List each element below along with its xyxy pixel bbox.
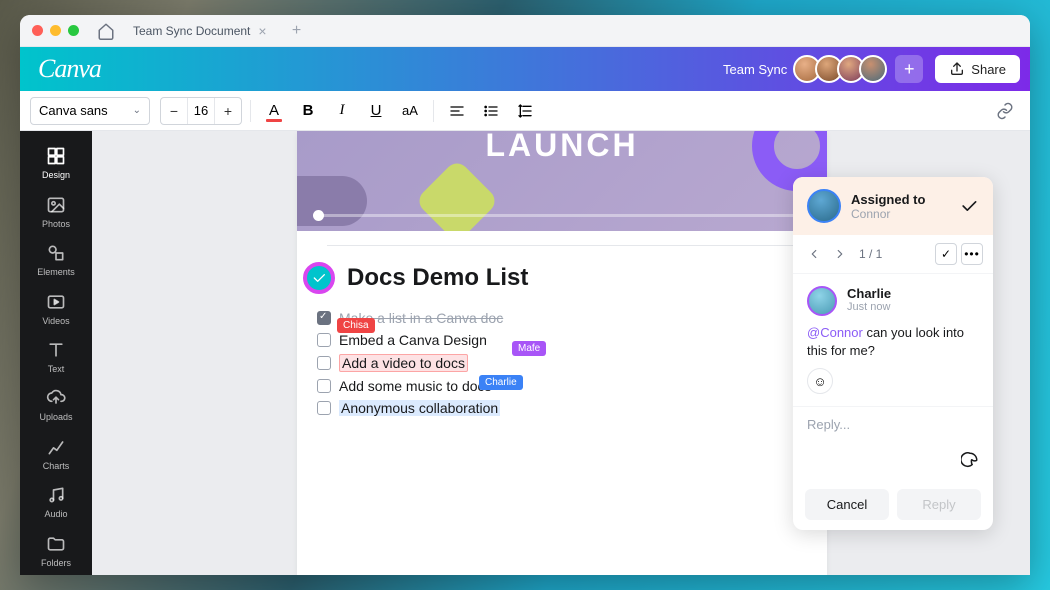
sidebar-item-photos[interactable]: Photos [20, 187, 92, 235]
list-item[interactable]: Make a list in a Canva doc [317, 310, 797, 326]
assigned-label: Assigned to [851, 192, 949, 207]
tab-title: Team Sync Document [133, 24, 250, 38]
checklist: Make a list in a Canva doc Embed a Canva… [317, 310, 797, 416]
list-item[interactable]: Embed a Canva DesignChisa [317, 332, 797, 348]
checklist-icon [303, 262, 335, 294]
sidebar-item-elements[interactable]: Elements [20, 236, 92, 284]
font-size-control: − 16 + [160, 97, 242, 125]
mention[interactable]: @Connor [807, 325, 863, 340]
cancel-button[interactable]: Cancel [805, 489, 889, 520]
cursor-tag: Chisa [337, 318, 375, 333]
avatar[interactable] [859, 55, 887, 83]
more-button[interactable]: ••• [961, 243, 983, 265]
font-size-value[interactable]: 16 [187, 98, 215, 124]
avatar [807, 189, 841, 223]
browser-tab[interactable]: Team Sync Document × [123, 19, 277, 43]
doc-title[interactable]: Docs Demo List [347, 264, 528, 292]
sidebar-item-design[interactable]: Design [20, 139, 92, 187]
sidebar-item-folders[interactable]: Folders [20, 527, 92, 575]
share-label: Share [971, 62, 1006, 77]
avatar [807, 286, 837, 316]
resolve-button[interactable]: ✓ [935, 243, 957, 265]
assigned-section: Assigned to Connor [793, 177, 993, 235]
main-area: Design Photos Elements Videos Text Uploa… [20, 131, 1030, 575]
add-reaction-button[interactable]: ☺ [807, 368, 833, 394]
commenter-name: Charlie [847, 286, 891, 301]
collaborator-avatars [799, 55, 887, 83]
list-button[interactable] [476, 97, 506, 125]
share-button[interactable]: Share [935, 55, 1020, 83]
check-icon[interactable] [959, 196, 979, 216]
comment-panel: Assigned to Connor 1 / 1 ✓ ••• [793, 177, 993, 530]
underline-button[interactable]: U [361, 97, 391, 125]
text-color-button[interactable]: A [259, 97, 289, 125]
sidebar-item-charts[interactable]: Charts [20, 430, 92, 478]
document[interactable]: LAUNCH Docs Demo List Make a list in a C… [297, 131, 827, 575]
link-button[interactable] [990, 97, 1020, 125]
sidebar-item-videos[interactable]: Videos [20, 284, 92, 332]
font-family-value: Canva sans [39, 103, 108, 118]
sticker-icon[interactable] [961, 451, 979, 469]
maximize-window[interactable] [68, 25, 79, 36]
checkbox-icon[interactable] [317, 401, 331, 415]
chevron-down-icon: ⌄ [133, 105, 141, 116]
hero-image[interactable]: LAUNCH [297, 131, 827, 231]
comment-body: Charlie Just now @Connor can you look in… [793, 274, 993, 406]
checkbox-icon[interactable] [317, 311, 331, 325]
checkbox-icon[interactable] [317, 379, 331, 393]
tab-close-icon[interactable]: × [258, 23, 266, 39]
reply-area: Reply... Cancel Reply [793, 406, 993, 530]
home-icon[interactable] [97, 22, 115, 40]
list-item[interactable]: Add a video to docsMafe [317, 354, 797, 372]
doc-body[interactable]: Docs Demo List Make a list in a Canva do… [297, 231, 827, 430]
assigned-name: Connor [851, 207, 949, 221]
prev-comment[interactable] [803, 243, 825, 265]
image-slider[interactable] [315, 214, 809, 217]
close-window[interactable] [32, 25, 43, 36]
cursor-tag: Mafe [512, 341, 546, 356]
text-transform-button[interactable]: aA [395, 97, 425, 125]
sidebar-item-audio[interactable]: Audio [20, 478, 92, 526]
comment-time: Just now [847, 301, 891, 313]
left-sidebar: Design Photos Elements Videos Text Uploa… [20, 131, 92, 575]
comment-text: @Connor can you look into this for me? [807, 324, 979, 360]
checkbox-icon[interactable] [317, 356, 331, 370]
app-header: Canva Team Sync + Share [20, 47, 1030, 91]
bold-button[interactable]: B [293, 97, 323, 125]
font-size-decrease[interactable]: − [161, 98, 187, 124]
team-name[interactable]: Team Sync [723, 62, 787, 77]
reply-input[interactable]: Reply... [793, 407, 993, 451]
reply-button[interactable]: Reply [897, 489, 981, 520]
list-item[interactable]: Anonymous collaboration [317, 400, 797, 416]
app-window: Team Sync Document × + Canva Team Sync +… [20, 15, 1030, 575]
checkbox-icon[interactable] [317, 333, 331, 347]
sidebar-item-text[interactable]: Text [20, 333, 92, 381]
cursor-tag: Charlie [479, 375, 523, 390]
format-toolbar: Canva sans ⌄ − 16 + A B I U aA [20, 91, 1030, 131]
sidebar-item-uploads[interactable]: Uploads [20, 381, 92, 429]
italic-button[interactable]: I [327, 97, 357, 125]
canva-logo[interactable]: Canva [38, 54, 101, 84]
next-comment[interactable] [829, 243, 851, 265]
titlebar: Team Sync Document × + [20, 15, 1030, 47]
comment-count: 1 / 1 [859, 247, 931, 261]
minimize-window[interactable] [50, 25, 61, 36]
new-tab-button[interactable]: + [285, 19, 309, 43]
hero-text: LAUNCH [485, 131, 638, 164]
align-button[interactable] [442, 97, 472, 125]
canvas: LAUNCH Docs Demo List Make a list in a C… [92, 131, 1030, 575]
spacing-button[interactable] [510, 97, 540, 125]
share-icon [949, 61, 965, 77]
window-controls [32, 25, 79, 36]
list-item[interactable]: Add some music to docsCharlie [317, 378, 797, 394]
add-member-button[interactable]: + [895, 55, 923, 83]
font-size-increase[interactable]: + [215, 98, 241, 124]
comment-nav: 1 / 1 ✓ ••• [793, 235, 993, 274]
font-family-select[interactable]: Canva sans ⌄ [30, 97, 150, 125]
